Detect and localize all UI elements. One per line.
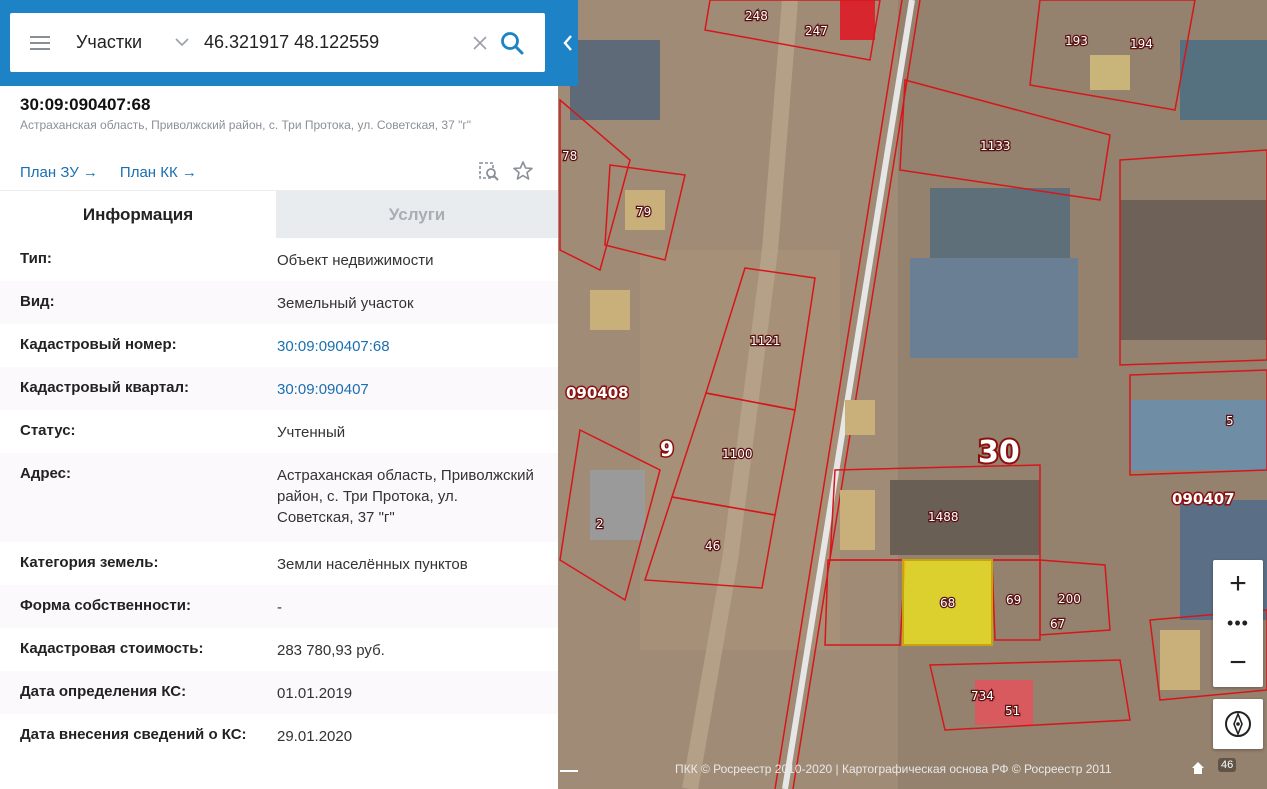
- more-tools-button[interactable]: •••: [1213, 608, 1263, 639]
- info-row: Вид: Земельный участок: [0, 281, 558, 324]
- search-box: Участки 46.321917 48.122559: [10, 13, 545, 72]
- home-icon[interactable]: [1190, 760, 1206, 776]
- object-tools: [478, 160, 534, 182]
- info-row: Дата определения КС: 01.01.2019: [0, 671, 558, 714]
- chevron-down-icon[interactable]: [172, 33, 192, 53]
- quarter-label-left: 090408: [566, 384, 629, 402]
- collapse-panel-button[interactable]: [558, 30, 578, 56]
- plan-kk-link[interactable]: План КК →: [120, 164, 197, 181]
- parcel-label-248: 248: [745, 9, 768, 23]
- scale-bar: [560, 770, 578, 772]
- info-row: Категория земель: Земли населённых пункто…: [0, 542, 558, 585]
- chevron-left-icon: [563, 35, 572, 51]
- info-row: Кадастровая стоимость: 283 780,93 руб.: [0, 628, 558, 671]
- district-label: 30: [978, 435, 1020, 470]
- parcel-label-1133: 1133: [980, 139, 1011, 153]
- plan-zu-link[interactable]: План ЗУ →: [20, 164, 98, 181]
- zoom-control: + ••• −: [1213, 560, 1263, 687]
- parcel-label-67: 67: [1050, 617, 1065, 631]
- map-copyright: ПКК © Росреестр 2010-2020 | Картографиче…: [675, 762, 1112, 776]
- parcel-label-51: 51: [1005, 704, 1020, 718]
- object-address: Астраханская область, Приволжский район,…: [20, 118, 472, 132]
- parcel-label-193: 193: [1065, 34, 1088, 48]
- parcel-label-9: 9: [660, 437, 674, 461]
- parcel-label-734: 734: [971, 689, 994, 703]
- search-icon[interactable]: [498, 29, 526, 57]
- info-table: Тип: Объект недвижимости Вид: Земельный уч…: [0, 238, 558, 757]
- parcel-label-200: 200: [1058, 592, 1081, 606]
- star-icon[interactable]: [512, 160, 534, 182]
- info-row: Кадастровый номер: 30:09:090407:68: [0, 324, 558, 367]
- parcel-label-1121: 1121: [750, 334, 781, 348]
- parcel-label-79: 79: [636, 205, 651, 219]
- parcel-label-1100: 1100: [722, 447, 753, 461]
- layers-count-badge[interactable]: 46: [1218, 758, 1237, 772]
- parcel-label-194: 194: [1130, 37, 1153, 51]
- parcel-label-5: 5: [1226, 414, 1234, 428]
- plan-links: План ЗУ → План КК →: [20, 164, 197, 181]
- parcel-label-2: 2: [596, 517, 604, 531]
- menu-icon[interactable]: [30, 35, 50, 50]
- parcel-label-78: 78: [562, 149, 577, 163]
- tab-services[interactable]: Услуги: [276, 191, 558, 239]
- zoom-to-object-icon[interactable]: [478, 160, 500, 182]
- info-row: Кадастровый квартал: 30:09:090407: [0, 367, 558, 410]
- parcel-label-68: 68: [940, 596, 955, 610]
- panel-tabs: Информация Услуги: [0, 190, 558, 239]
- info-row: Дата внесения сведений о КС: 29.01.2020: [0, 714, 558, 757]
- parcel-label-1488: 1488: [928, 510, 959, 524]
- parcel-label-247: 247: [805, 24, 828, 38]
- parcel-label-69: 69: [1006, 593, 1021, 607]
- info-row: Тип: Объект недвижимости: [0, 238, 558, 281]
- object-title: 30:09:090407:68: [20, 95, 151, 114]
- info-panel: Участки 46.321917 48.122559 30:09:090407…: [0, 0, 578, 789]
- info-row: Статус: Учтенный: [0, 410, 558, 453]
- compass-button[interactable]: [1213, 699, 1263, 749]
- quarter-label-right: 090407: [1172, 490, 1235, 508]
- parcel-label-46: 46: [705, 539, 720, 553]
- clear-icon[interactable]: [468, 31, 492, 55]
- search-input[interactable]: 46.321917 48.122559: [204, 32, 464, 53]
- zoom-out-button[interactable]: −: [1213, 639, 1263, 687]
- compass-icon: [1225, 711, 1251, 737]
- cadastral-quarter-link[interactable]: 30:09:090407: [277, 379, 537, 400]
- search-bar: Участки 46.321917 48.122559: [0, 0, 578, 86]
- search-type-select[interactable]: Участки: [76, 32, 172, 53]
- zoom-in-button[interactable]: +: [1213, 560, 1263, 608]
- tab-info[interactable]: Информация: [0, 191, 276, 239]
- info-row: Форма собственности: -: [0, 585, 558, 628]
- info-row: Адрес: Астраханская область, Приволжский …: [0, 453, 558, 542]
- cadastral-number-link[interactable]: 30:09:090407:68: [277, 336, 537, 357]
